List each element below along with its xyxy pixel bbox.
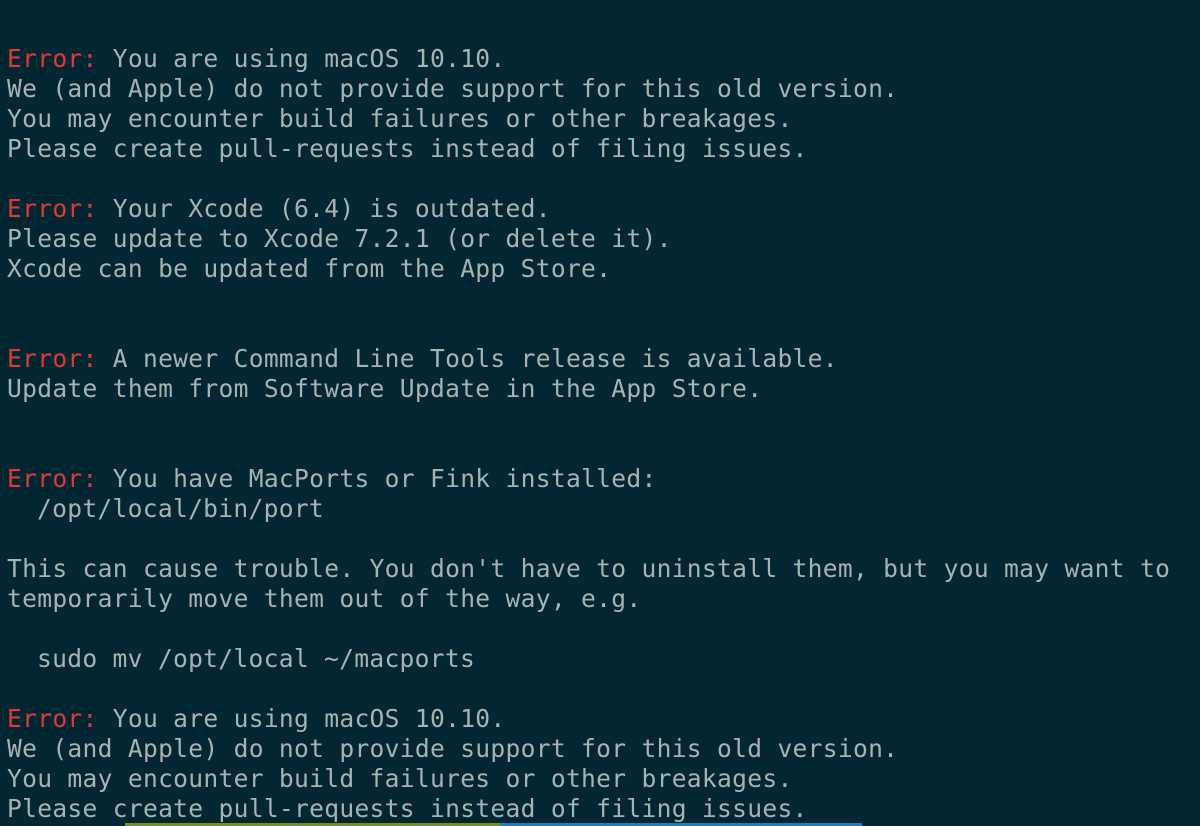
error-message: You are using macOS 10.10. [97,704,506,733]
error-message: You are using macOS 10.10. [97,44,506,73]
output-line-path: /opt/local/bin/port [7,494,1197,524]
output-line: Please create pull-requests instead of f… [7,794,808,823]
error-message: You have MacPorts or Fink installed: [97,464,657,493]
output-line: This can cause trouble. You don't have t… [7,554,1171,583]
output-line: Please update to Xcode 7.2.1 (or delete … [7,224,672,253]
error-line-macos-version: Error: You are using macOS 10.10. [7,44,1197,74]
output-line: temporarily move them out of the way, e.… [7,584,642,613]
terminal-window[interactable]: Error: You are using macOS 10.10. We (an… [0,0,1200,826]
output-line: Xcode can be updated from the App Store. [7,254,612,283]
error-prefix: Error: [7,344,98,373]
error-prefix: Error: [7,44,98,73]
error-line-clt-update: Error: A newer Command Line Tools releas… [7,344,1197,374]
error-message: A newer Command Line Tools release is av… [97,344,838,373]
output-line: Please create pull-requests instead of f… [7,134,808,163]
terminal-output: Error: You are using macOS 10.10. We (an… [7,44,1197,824]
output-line: We (and Apple) do not provide support fo… [7,734,899,763]
output-line-command: sudo mv /opt/local ~/macports [7,644,1197,674]
command-text: sudo mv /opt/local ~/macports [37,644,476,673]
path-text: /opt/local/bin/port [37,494,325,523]
error-prefix: Error: [7,464,98,493]
error-line-xcode-outdated: Error: Your Xcode (6.4) is outdated. [7,194,1197,224]
output-line: You may encounter build failures or othe… [7,104,793,133]
error-prefix: Error: [7,194,98,223]
error-message: Your Xcode (6.4) is outdated. [97,194,551,223]
error-line-macos-version-repeat: Error: You are using macOS 10.10. [7,704,1197,734]
error-prefix: Error: [7,704,98,733]
output-line: Update them from Software Update in the … [7,374,763,403]
error-line-macports: Error: You have MacPorts or Fink install… [7,464,1197,494]
output-line: We (and Apple) do not provide support fo… [7,74,899,103]
output-line: You may encounter build failures or othe… [7,764,793,793]
